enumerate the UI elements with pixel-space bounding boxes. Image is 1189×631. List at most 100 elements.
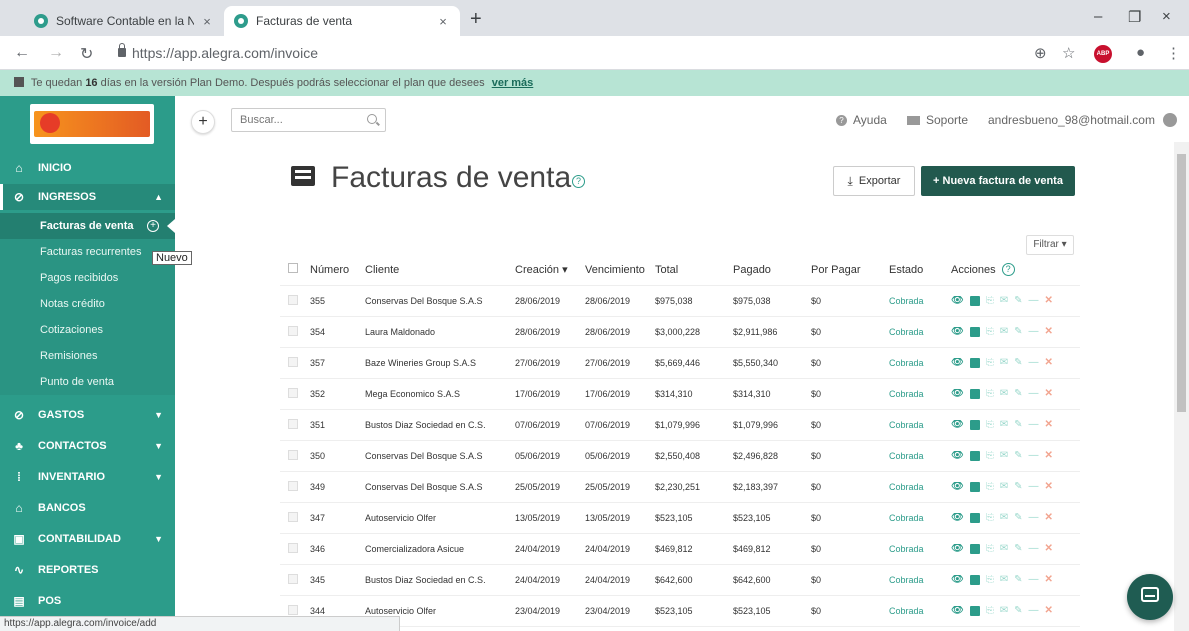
tab-close-icon[interactable]: × <box>436 14 450 29</box>
window-close-icon[interactable]: × <box>1162 8 1171 25</box>
select-all-checkbox[interactable] <box>280 263 310 276</box>
reload-icon[interactable]: ↻ <box>80 44 93 64</box>
email-icon[interactable]: ✉ <box>1000 358 1008 368</box>
void-icon[interactable]: — <box>1028 513 1038 523</box>
table-row[interactable]: 357 Baze Wineries Group S.A.S 27/06/2019 27… <box>280 348 1080 379</box>
email-icon[interactable]: ✉ <box>1000 389 1008 399</box>
void-icon[interactable]: — <box>1028 420 1038 430</box>
cell-numero[interactable]: 354 <box>310 327 365 337</box>
convert-icon[interactable]: ⎘ <box>986 420 994 430</box>
print-icon[interactable] <box>969 420 980 430</box>
sidebar-item-reportes[interactable]: ∿ REPORTES <box>0 557 175 583</box>
row-checkbox[interactable] <box>280 543 310 555</box>
table-row[interactable]: 349 Conservas Del Bosque S.A.S 25/05/2019 2… <box>280 472 1080 503</box>
edit-icon[interactable]: ✎ <box>1014 544 1022 554</box>
convert-icon[interactable]: ⎘ <box>986 482 994 492</box>
table-row[interactable]: 351 Bustos Diaz Sociedad en C.S. 07/06/201… <box>280 410 1080 441</box>
email-icon[interactable]: ✉ <box>1000 513 1008 523</box>
delete-icon[interactable]: ✕ <box>1044 513 1052 523</box>
row-checkbox[interactable] <box>280 326 310 338</box>
sidebar-item-contactos[interactable]: ♣ CONTACTOS ▼ <box>0 433 175 459</box>
sidebar-item-ingresos[interactable]: ⊘ INGRESOS ▲ <box>0 184 175 210</box>
browser-tab-software[interactable]: Software Contable en la Nube pa × <box>24 6 224 36</box>
table-row[interactable]: 355 Conservas Del Bosque S.A.S 28/06/2019 2… <box>280 286 1080 317</box>
header-total[interactable]: Total <box>655 264 733 276</box>
browser-tab-facturas[interactable]: Facturas de venta × <box>224 6 460 36</box>
convert-icon[interactable]: ⎘ <box>986 513 994 523</box>
back-icon[interactable]: ← <box>14 44 30 62</box>
row-checkbox[interactable] <box>280 450 310 462</box>
sidebar-subitem-notas-credito[interactable]: Notas crédito <box>0 291 175 317</box>
print-icon[interactable] <box>969 482 980 492</box>
delete-icon[interactable]: ✕ <box>1044 482 1052 492</box>
delete-icon[interactable]: ✕ <box>1044 327 1052 337</box>
table-row[interactable]: 350 Conservas Del Bosque S.A.S 05/06/2019 0… <box>280 441 1080 472</box>
view-icon[interactable]: 👁 <box>951 606 964 616</box>
convert-icon[interactable]: ⎘ <box>986 544 994 554</box>
search-input[interactable] <box>232 109 352 131</box>
support-link[interactable]: Soporte <box>907 113 968 127</box>
edit-icon[interactable]: ✎ <box>1014 296 1022 306</box>
view-icon[interactable]: 👁 <box>951 296 964 306</box>
header-por-pagar[interactable]: Por Pagar <box>811 264 889 276</box>
sidebar-subitem-cotizaciones[interactable]: Cotizaciones <box>0 317 175 343</box>
add-invoice-icon[interactable]: + <box>147 220 159 232</box>
delete-icon[interactable]: ✕ <box>1044 451 1052 461</box>
delete-icon[interactable]: ✕ <box>1044 389 1052 399</box>
cell-numero[interactable]: 352 <box>310 389 365 399</box>
delete-icon[interactable]: ✕ <box>1044 296 1052 306</box>
row-checkbox[interactable] <box>280 357 310 369</box>
cell-numero[interactable]: 344 <box>310 606 365 616</box>
table-row[interactable]: 352 Mega Economico S.A.S 17/06/2019 17/06/2… <box>280 379 1080 410</box>
print-icon[interactable] <box>969 575 980 585</box>
user-menu[interactable]: andresbueno_98@hotmail.com <box>988 113 1177 127</box>
profile-icon[interactable]: ● <box>1136 44 1145 61</box>
delete-icon[interactable]: ✕ <box>1044 544 1052 554</box>
sidebar-item-pos[interactable]: ▤ POS <box>0 588 175 614</box>
sidebar-item-gastos[interactable]: ⊘ GASTOS ▼ <box>0 402 175 428</box>
menu-dots-icon[interactable]: ⋮ <box>1166 44 1181 62</box>
edit-icon[interactable]: ✎ <box>1014 358 1022 368</box>
quick-add-button[interactable]: + <box>191 110 215 134</box>
row-checkbox[interactable] <box>280 481 310 493</box>
void-icon[interactable]: — <box>1028 327 1038 337</box>
email-icon[interactable]: ✉ <box>1000 420 1008 430</box>
filter-button[interactable]: Filtrar ▾ <box>1026 235 1074 255</box>
row-checkbox[interactable] <box>280 388 310 400</box>
email-icon[interactable]: ✉ <box>1000 544 1008 554</box>
new-tab-button[interactable]: + <box>470 8 482 31</box>
table-row[interactable]: 344 Autoservicio Olfer 23/04/2019 23/04/201… <box>280 596 1080 627</box>
email-icon[interactable]: ✉ <box>1000 451 1008 461</box>
view-icon[interactable]: 👁 <box>951 389 964 399</box>
email-icon[interactable]: ✉ <box>1000 575 1008 585</box>
acciones-help-icon[interactable]: ? <box>1001 263 1015 276</box>
edit-icon[interactable]: ✎ <box>1014 482 1022 492</box>
email-icon[interactable]: ✉ <box>1000 327 1008 337</box>
print-icon[interactable] <box>969 544 980 554</box>
forward-icon[interactable]: → <box>48 44 64 62</box>
row-checkbox[interactable] <box>280 512 310 524</box>
sidebar-subitem-facturas-recurrentes[interactable]: Facturas recurrentes <box>0 239 175 265</box>
banner-more-link[interactable]: ver más <box>492 77 534 89</box>
company-logo[interactable] <box>30 104 154 144</box>
cell-numero[interactable]: 350 <box>310 451 365 461</box>
sidebar-item-bancos[interactable]: ⌂ BANCOS <box>0 495 175 521</box>
void-icon[interactable]: — <box>1028 451 1038 461</box>
void-icon[interactable]: — <box>1028 358 1038 368</box>
print-icon[interactable] <box>969 451 980 461</box>
header-creacion[interactable]: Creación ▾ <box>515 263 585 276</box>
header-pagado[interactable]: Pagado <box>733 264 811 276</box>
cell-numero[interactable]: 349 <box>310 482 365 492</box>
view-icon[interactable]: 👁 <box>951 513 964 523</box>
row-checkbox[interactable] <box>280 419 310 431</box>
adblock-icon[interactable]: ABP <box>1094 45 1112 63</box>
url-field[interactable]: https://app.alegra.com/invoice <box>132 45 318 61</box>
header-numero[interactable]: Número <box>310 264 365 276</box>
help-link[interactable]: ? Ayuda <box>836 113 887 127</box>
edit-icon[interactable]: ✎ <box>1014 606 1022 616</box>
convert-icon[interactable]: ⎘ <box>986 358 994 368</box>
cell-numero[interactable]: 347 <box>310 513 365 523</box>
convert-icon[interactable]: ⎘ <box>986 327 994 337</box>
delete-icon[interactable]: ✕ <box>1044 606 1052 616</box>
edit-icon[interactable]: ✎ <box>1014 327 1022 337</box>
